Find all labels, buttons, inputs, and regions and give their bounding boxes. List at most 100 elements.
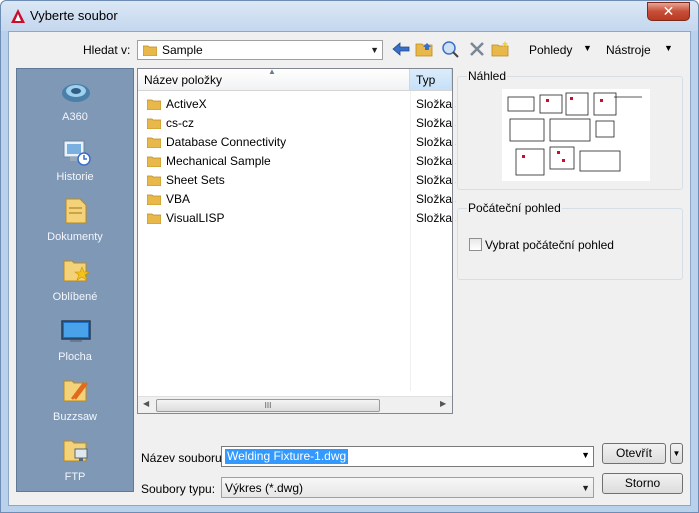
autocad-logo-icon bbox=[11, 9, 25, 23]
lookin-label: Hledat v: bbox=[83, 43, 131, 57]
file-list-item[interactable]: Database Connectivity Složka souborů bbox=[144, 133, 456, 152]
up-folder-icon[interactable] bbox=[415, 40, 435, 58]
tools-menu[interactable]: Nástroje bbox=[606, 43, 651, 57]
folder-icon bbox=[143, 45, 157, 56]
place-label: A360 bbox=[62, 111, 88, 123]
history-icon bbox=[63, 140, 91, 166]
desktop-icon bbox=[61, 320, 91, 342]
column-header-type[interactable]: Typ bbox=[410, 69, 452, 91]
new-folder-icon[interactable] bbox=[491, 40, 511, 58]
dialog-client-area: Hledat v: Sample ▼ Pohledy ▼ Nástroje ▼ … bbox=[8, 31, 691, 506]
cancel-button-label: Storno bbox=[624, 476, 661, 490]
scroll-grip: III bbox=[264, 401, 272, 410]
folder-icon bbox=[147, 213, 161, 224]
tools-label: Nástroje bbox=[606, 43, 651, 57]
item-type: Složka souborů bbox=[416, 173, 456, 187]
ftp-icon bbox=[63, 440, 88, 462]
initial-view-checkbox-label[interactable]: Vybrat počáteční pohled bbox=[485, 238, 614, 252]
item-type: Složka souborů bbox=[416, 211, 456, 225]
sort-ascending-icon: ▲ bbox=[268, 67, 276, 76]
drawing-preview-thumbnail bbox=[502, 89, 650, 181]
folder-icon bbox=[147, 118, 161, 129]
initial-view-checkbox[interactable] bbox=[469, 238, 482, 251]
initial-view-label: Počáteční pohled bbox=[467, 201, 562, 215]
place-desktop[interactable]: Plocha bbox=[17, 311, 133, 371]
chevron-down-icon: ▼ bbox=[672, 449, 681, 458]
file-list[interactable]: Název položky ▲ Typ ActiveX Složka soubo… bbox=[137, 67, 456, 414]
place-label: Historie bbox=[56, 171, 94, 183]
place-ftp[interactable]: FTP bbox=[17, 431, 133, 491]
filetype-label: Soubory typu: bbox=[141, 482, 216, 496]
preview-label: Náhled bbox=[467, 69, 508, 83]
file-list-item[interactable]: VBA Složka souborů bbox=[144, 190, 456, 209]
folder-icon bbox=[147, 175, 161, 186]
favorites-icon bbox=[63, 260, 90, 282]
place-label: FTP bbox=[64, 471, 86, 483]
item-name: Mechanical Sample bbox=[166, 154, 271, 168]
place-history[interactable]: Historie bbox=[17, 131, 133, 191]
item-name: cs-cz bbox=[166, 116, 194, 130]
place-label: Dokumenty bbox=[47, 231, 103, 243]
place-favorites[interactable]: Oblíbené bbox=[17, 251, 133, 311]
filename-dropdown-icon[interactable]: ▼ bbox=[581, 450, 590, 460]
lookin-value: Sample bbox=[162, 43, 203, 57]
filetype-value: Výkres (*.dwg) bbox=[225, 481, 304, 495]
window-title: Vyberte soubor bbox=[30, 8, 118, 23]
item-type: Složka souborů bbox=[416, 192, 456, 206]
filename-input[interactable]: Welding Fixture-1.dwg ▼ bbox=[221, 446, 594, 467]
file-list-item[interactable]: Sheet Sets Složka souborů bbox=[144, 171, 456, 190]
horizontal-scrollbar[interactable]: ◀ III ▶ bbox=[138, 396, 452, 413]
filetype-combobox[interactable]: Výkres (*.dwg) ▼ bbox=[221, 477, 594, 498]
item-name: Database Connectivity bbox=[166, 135, 287, 149]
place-buzzsaw[interactable]: Buzzsaw bbox=[17, 371, 133, 431]
title-bar[interactable]: Vyberte soubor ✕ bbox=[1, 1, 698, 31]
column-type-label: Typ bbox=[416, 73, 436, 87]
place-label: Plocha bbox=[58, 351, 92, 363]
item-name: VBA bbox=[166, 192, 191, 206]
close-icon: ✕ bbox=[662, 3, 675, 19]
place-documents[interactable]: Dokumenty bbox=[17, 191, 133, 251]
views-dropdown-icon[interactable]: ▼ bbox=[583, 43, 592, 53]
file-list-item[interactable]: ActiveX Složka souborů bbox=[144, 95, 456, 114]
lookin-combobox[interactable]: Sample ▼ bbox=[137, 40, 383, 60]
cancel-button[interactable]: Storno bbox=[602, 473, 683, 494]
item-type: Složka souborů bbox=[416, 135, 456, 149]
documents-icon bbox=[65, 198, 87, 224]
views-menu[interactable]: Pohledy bbox=[529, 43, 572, 57]
place-a360[interactable]: A360 bbox=[17, 71, 133, 131]
folder-icon bbox=[147, 194, 161, 205]
open-button[interactable]: Otevřít bbox=[602, 443, 666, 464]
chevron-down-icon: ▼ bbox=[581, 483, 590, 493]
filename-value: Welding Fixture-1.dwg bbox=[225, 449, 349, 464]
item-type: Složka souborů bbox=[416, 116, 456, 130]
search-web-icon[interactable] bbox=[440, 40, 460, 58]
delete-icon[interactable] bbox=[467, 40, 487, 58]
item-name: VisualLISP bbox=[166, 211, 225, 225]
back-arrow-icon[interactable] bbox=[391, 40, 411, 58]
folder-icon bbox=[147, 137, 161, 148]
filename-label: Název souboru: bbox=[141, 451, 226, 465]
chevron-down-icon: ▼ bbox=[370, 45, 379, 55]
folder-icon bbox=[147, 156, 161, 167]
column-header-name[interactable]: Název položky ▲ bbox=[138, 67, 410, 91]
a360-icon bbox=[62, 84, 90, 102]
tools-dropdown-icon[interactable]: ▼ bbox=[664, 43, 673, 53]
places-bar: A360 Historie Dokumenty Oblíbené Plocha … bbox=[16, 68, 134, 492]
scrollbar-thumb[interactable]: III bbox=[156, 399, 380, 412]
folder-icon bbox=[147, 99, 161, 110]
item-name: Sheet Sets bbox=[166, 173, 225, 187]
item-type: Složka souborů bbox=[416, 97, 456, 111]
item-type: Složka souborů bbox=[416, 154, 456, 168]
close-button[interactable]: ✕ bbox=[647, 2, 690, 21]
scroll-right-icon[interactable]: ▶ bbox=[440, 399, 446, 408]
file-dialog-window: Vyberte soubor ✕ Hledat v: Sample ▼ Pohl… bbox=[0, 0, 699, 513]
buzzsaw-icon bbox=[63, 380, 88, 402]
views-label: Pohledy bbox=[529, 43, 573, 57]
file-list-item[interactable]: VisualLISP Složka souborů bbox=[144, 209, 456, 228]
place-label: Buzzsaw bbox=[52, 411, 98, 423]
file-list-item[interactable]: Mechanical Sample Složka souborů bbox=[144, 152, 456, 171]
place-label: Oblíbené bbox=[52, 291, 98, 303]
file-list-item[interactable]: cs-cz Složka souborů bbox=[144, 114, 456, 133]
scroll-left-icon[interactable]: ◀ bbox=[143, 399, 149, 408]
open-options-button[interactable]: ▼ bbox=[670, 443, 683, 464]
